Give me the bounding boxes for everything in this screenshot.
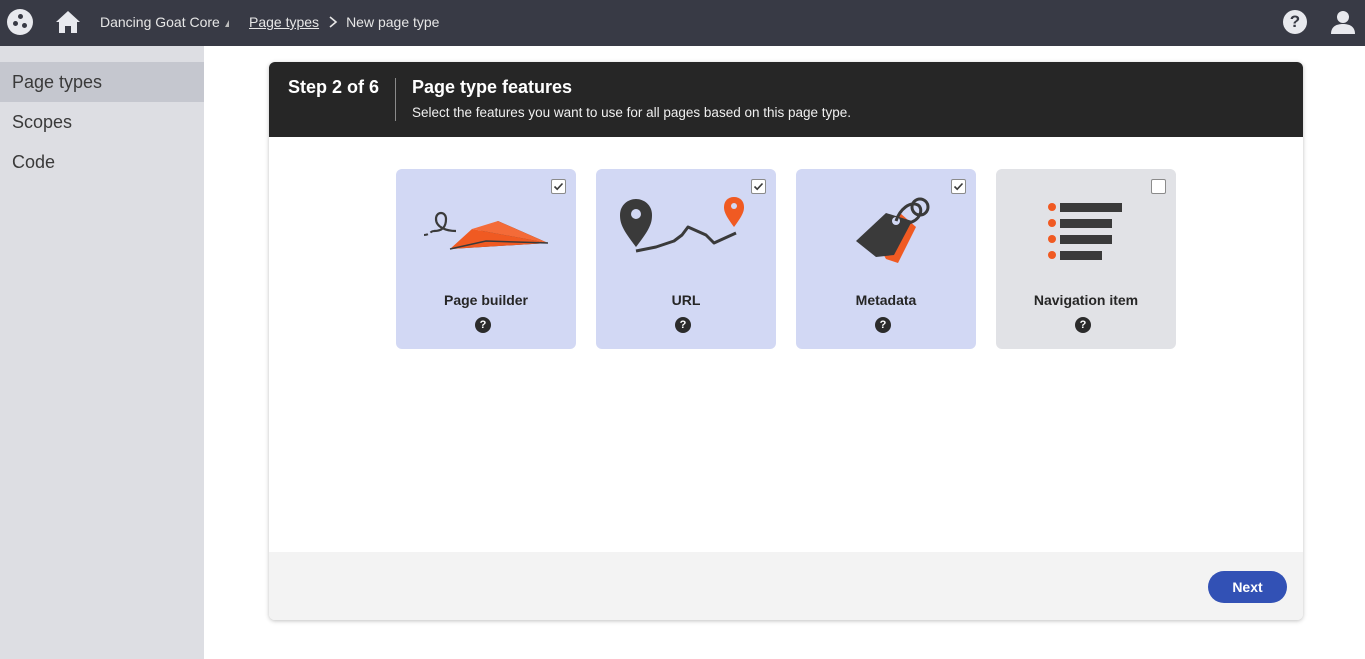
help-icon[interactable]: ? xyxy=(875,317,891,333)
feature-tile-navigation-item[interactable]: Navigation item ? xyxy=(996,169,1176,349)
help-icon[interactable]: ? xyxy=(1075,317,1091,333)
wizard-title: Page type features xyxy=(412,77,573,97)
site-selector[interactable]: Dancing Goat Core xyxy=(100,14,229,30)
caret-down-icon xyxy=(224,20,229,27)
feature-label: Page builder xyxy=(443,292,529,308)
feature-label: URL xyxy=(671,292,701,308)
sidebar-item-code[interactable]: Code xyxy=(0,142,204,182)
wizard-footer xyxy=(269,552,1303,620)
wizard-subtitle: Select the features you want to use for … xyxy=(412,105,852,120)
feature-tile-metadata[interactable]: Metadata ? xyxy=(796,169,976,349)
help-icon[interactable]: ? xyxy=(675,317,691,333)
tags-icon xyxy=(856,197,930,263)
home-icon[interactable] xyxy=(55,9,81,35)
list-icon xyxy=(1048,203,1122,260)
paper-plane-icon xyxy=(423,211,549,250)
wizard-step-indicator: Step 2 of 6 xyxy=(288,77,380,97)
sidebar-item-scopes[interactable]: Scopes xyxy=(0,102,204,142)
wizard-header: Step 2 of 6 Page type features Select th… xyxy=(269,62,1303,137)
breadcrumb-link-page-types[interactable]: Page types xyxy=(249,14,319,30)
user-icon[interactable] xyxy=(1330,9,1356,35)
help-icon[interactable]: ? xyxy=(1283,10,1307,34)
feature-label: Metadata xyxy=(855,292,917,308)
chevron-right-icon xyxy=(329,16,338,28)
app-logo-icon[interactable] xyxy=(7,9,33,35)
sidebar: Page types Scopes Code xyxy=(0,46,204,659)
feature-tile-url[interactable]: URL ? xyxy=(596,169,776,349)
sidebar-item-page-types[interactable]: Page types xyxy=(0,62,204,102)
next-button[interactable]: Next xyxy=(1208,571,1287,603)
header-divider xyxy=(395,78,396,121)
feature-tile-page-builder[interactable]: Page builder ? xyxy=(396,169,576,349)
top-bar: Dancing Goat Core Page types New page ty… xyxy=(0,0,1365,46)
wizard-panel: Step 2 of 6 Page type features Select th… xyxy=(269,62,1303,620)
help-icon[interactable]: ? xyxy=(475,317,491,333)
site-name: Dancing Goat Core xyxy=(100,14,220,30)
route-pin-icon xyxy=(620,197,744,253)
breadcrumb-current: New page type xyxy=(346,14,440,30)
breadcrumb: Page types New page type xyxy=(249,14,439,30)
feature-label: Navigation item xyxy=(1033,292,1139,308)
